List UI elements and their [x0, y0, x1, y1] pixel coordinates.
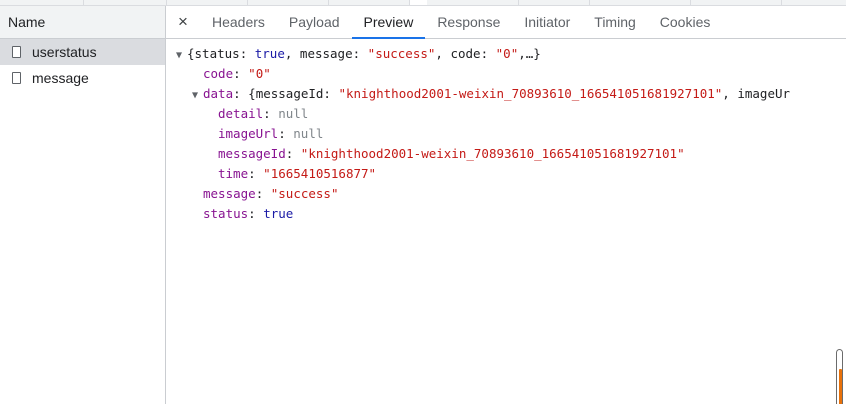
summary-value: true	[254, 46, 285, 61]
separator: :	[285, 146, 301, 161]
top-strip-segment	[248, 0, 329, 5]
summary-value: "0"	[495, 46, 519, 61]
separator: ,	[284, 46, 300, 61]
expand-arrow-icon[interactable]: ▼	[192, 86, 203, 106]
json-key: message	[203, 186, 256, 201]
request-name: userstatus	[32, 44, 97, 60]
json-value: "0"	[248, 66, 271, 81]
tab-preview[interactable]: Preview	[351, 6, 426, 39]
request-row-userstatus[interactable]: userstatus	[0, 39, 165, 65]
tab-headers[interactable]: Headers	[200, 6, 277, 38]
brace: {	[187, 46, 195, 61]
tab-timing[interactable]: Timing	[582, 6, 648, 38]
summary-key: status	[194, 46, 240, 61]
details-pane: × Headers Payload Preview Response Initi…	[166, 6, 846, 404]
json-key: detail	[218, 106, 264, 121]
scrollbar-thumb[interactable]	[836, 349, 843, 404]
request-list-pane: Name userstatus message	[0, 6, 166, 404]
json-root-summary[interactable]: ▼ {status: true, message: "success", code…	[176, 44, 541, 64]
separator: :	[263, 106, 279, 121]
tab-payload[interactable]: Payload	[277, 6, 352, 38]
top-strip-segment	[84, 0, 167, 5]
json-value: "success"	[270, 186, 339, 201]
json-key: status	[203, 206, 249, 221]
separator: :	[480, 46, 496, 61]
json-line-data[interactable]: ▼ data: {messageId: "knighthood2001-weixi…	[192, 84, 790, 104]
separator: :	[255, 186, 271, 201]
top-strip-segment	[167, 0, 248, 5]
request-row-message[interactable]: message	[0, 65, 165, 91]
scrollbar-accent	[839, 369, 842, 404]
separator: ,	[435, 46, 451, 61]
json-value: null	[278, 106, 309, 121]
json-key: messageId	[218, 146, 286, 161]
tab-cookies[interactable]: Cookies	[648, 6, 723, 38]
top-strip-segment	[428, 0, 519, 5]
json-line-time: time: "1665410516877"	[218, 164, 376, 184]
top-strip-segment	[0, 0, 84, 5]
summary-key: message	[299, 46, 353, 61]
separator: :	[248, 166, 264, 181]
separator: :	[278, 126, 294, 141]
json-line-code: code: "0"	[203, 64, 271, 84]
details-tabbar: × Headers Payload Preview Response Initi…	[166, 6, 846, 39]
json-key: code	[203, 66, 234, 81]
expand-arrow-icon[interactable]: ▼	[176, 46, 187, 66]
json-line-message: message: "success"	[203, 184, 338, 204]
close-icon[interactable]: ×	[166, 6, 200, 38]
separator: :	[352, 46, 368, 61]
top-strip-segment	[590, 0, 691, 5]
separator: :	[239, 46, 255, 61]
top-strip-segment	[329, 0, 410, 5]
separator: :	[248, 206, 264, 221]
top-strip-segment	[691, 0, 782, 5]
tab-response[interactable]: Response	[425, 6, 512, 38]
json-value: "knighthood2001-weixin_70893610_16654105…	[300, 146, 685, 161]
summary-value: "knighthood2001-weixin_70893610_16654105…	[338, 86, 723, 101]
document-icon	[12, 46, 21, 58]
summary-value: "success"	[367, 46, 436, 61]
json-line-detail: detail: null	[218, 104, 308, 124]
json-key: data	[203, 86, 234, 101]
json-key: imageUrl	[218, 126, 279, 141]
top-strip-active-segment	[410, 0, 427, 5]
summary-tail: , imageUr	[722, 86, 791, 101]
document-icon	[12, 72, 21, 84]
json-line-imageurl: imageUrl: null	[218, 124, 323, 144]
json-line-status: status: true	[203, 204, 293, 224]
request-name: message	[32, 70, 89, 86]
json-key: time	[218, 166, 249, 181]
json-line-messageid: messageId: "knighthood2001-weixin_708936…	[218, 144, 685, 164]
json-preview: ▼ {status: true, message: "success", code…	[166, 39, 846, 404]
json-value: true	[263, 206, 294, 221]
summary-tail: ,…}	[518, 46, 541, 61]
separator: :	[233, 86, 249, 101]
tab-initiator[interactable]: Initiator	[512, 6, 582, 38]
summary-open: {messageId:	[248, 86, 339, 101]
separator: :	[233, 66, 249, 81]
name-column-header[interactable]: Name	[0, 6, 165, 39]
json-value: "1665410516877"	[263, 166, 377, 181]
summary-key: code	[450, 46, 481, 61]
top-strip-segment	[519, 0, 590, 5]
json-value: null	[293, 126, 324, 141]
